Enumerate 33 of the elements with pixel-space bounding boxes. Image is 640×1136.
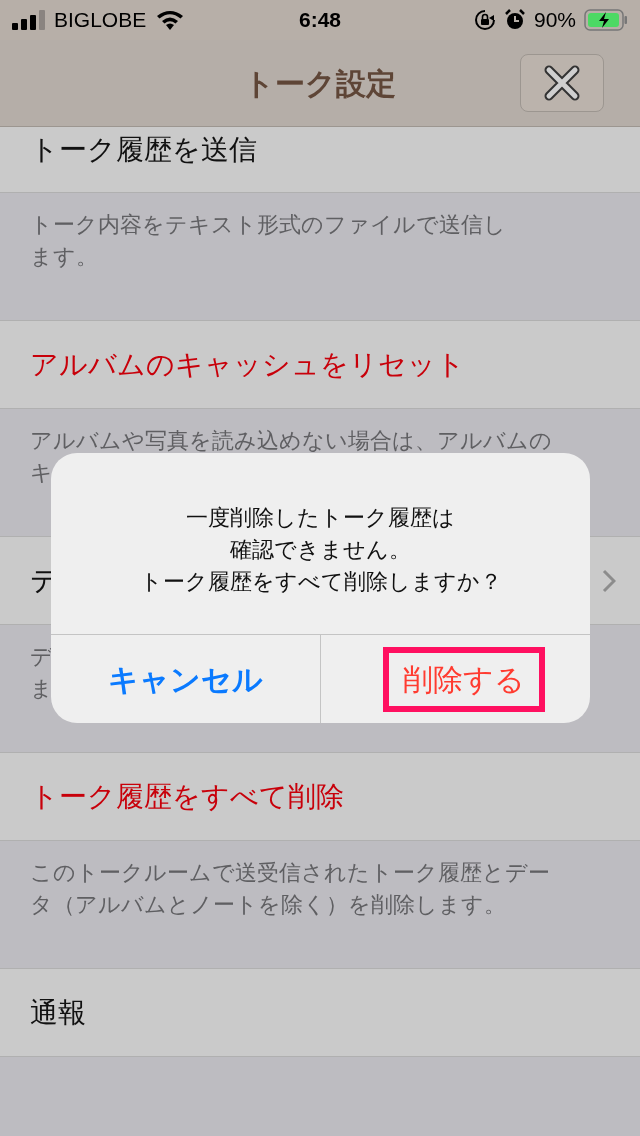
settings-row[interactable]: アルバムのキャッシュをリセット [0, 320, 640, 409]
settings-row[interactable]: 通報 [0, 968, 640, 1057]
carrier-name: BIGLOBE [54, 7, 147, 34]
row-label: 通報 [30, 995, 86, 1030]
close-icon [544, 65, 580, 101]
description-line: アルバムや写真を読み込めない場合は、アルバムの [30, 427, 552, 455]
description-line: このトークルームで送受信されたトーク履歴とデー [30, 859, 550, 887]
row-label: アルバムのキャッシュをリセット [30, 347, 465, 382]
screen-title: トーク設定 [244, 65, 396, 102]
description-line: キ [30, 459, 53, 487]
settings-row[interactable]: トーク履歴をすべて削除 [0, 752, 640, 841]
clock-time: 6:48 [298, 7, 342, 34]
description-line: ます。 [30, 243, 98, 271]
description-line: ま [30, 675, 53, 703]
battery-percent: 90% [533, 7, 576, 34]
rotation-lock-icon [473, 9, 496, 31]
description-line: タ（アルバムとノートを除く）を削除します。 [30, 891, 506, 919]
delete-button[interactable]: 削除する [382, 646, 545, 712]
description-line: デ [30, 643, 53, 671]
alert-message-line: 確認できません。 [230, 535, 411, 564]
settings-row[interactable]: トーク履歴を送信 [0, 127, 640, 193]
signal-icon [12, 10, 46, 30]
wifi-icon [156, 10, 185, 30]
battery-icon [584, 9, 628, 31]
alert-message-line: トーク履歴をすべて削除しますか？ [139, 567, 502, 596]
chevron-icon [602, 568, 616, 593]
description-line: トーク内容をテキスト形式のファイルで送信し [30, 211, 506, 239]
row-label: トーク履歴を送信 [30, 133, 257, 167]
alarm-icon [503, 9, 526, 31]
row-label: トーク履歴をすべて削除 [30, 779, 344, 814]
close-button[interactable] [520, 54, 604, 112]
alert-message-line: 一度削除したトーク履歴は [186, 503, 455, 532]
cancel-button[interactable]: キャンセル [88, 646, 283, 712]
